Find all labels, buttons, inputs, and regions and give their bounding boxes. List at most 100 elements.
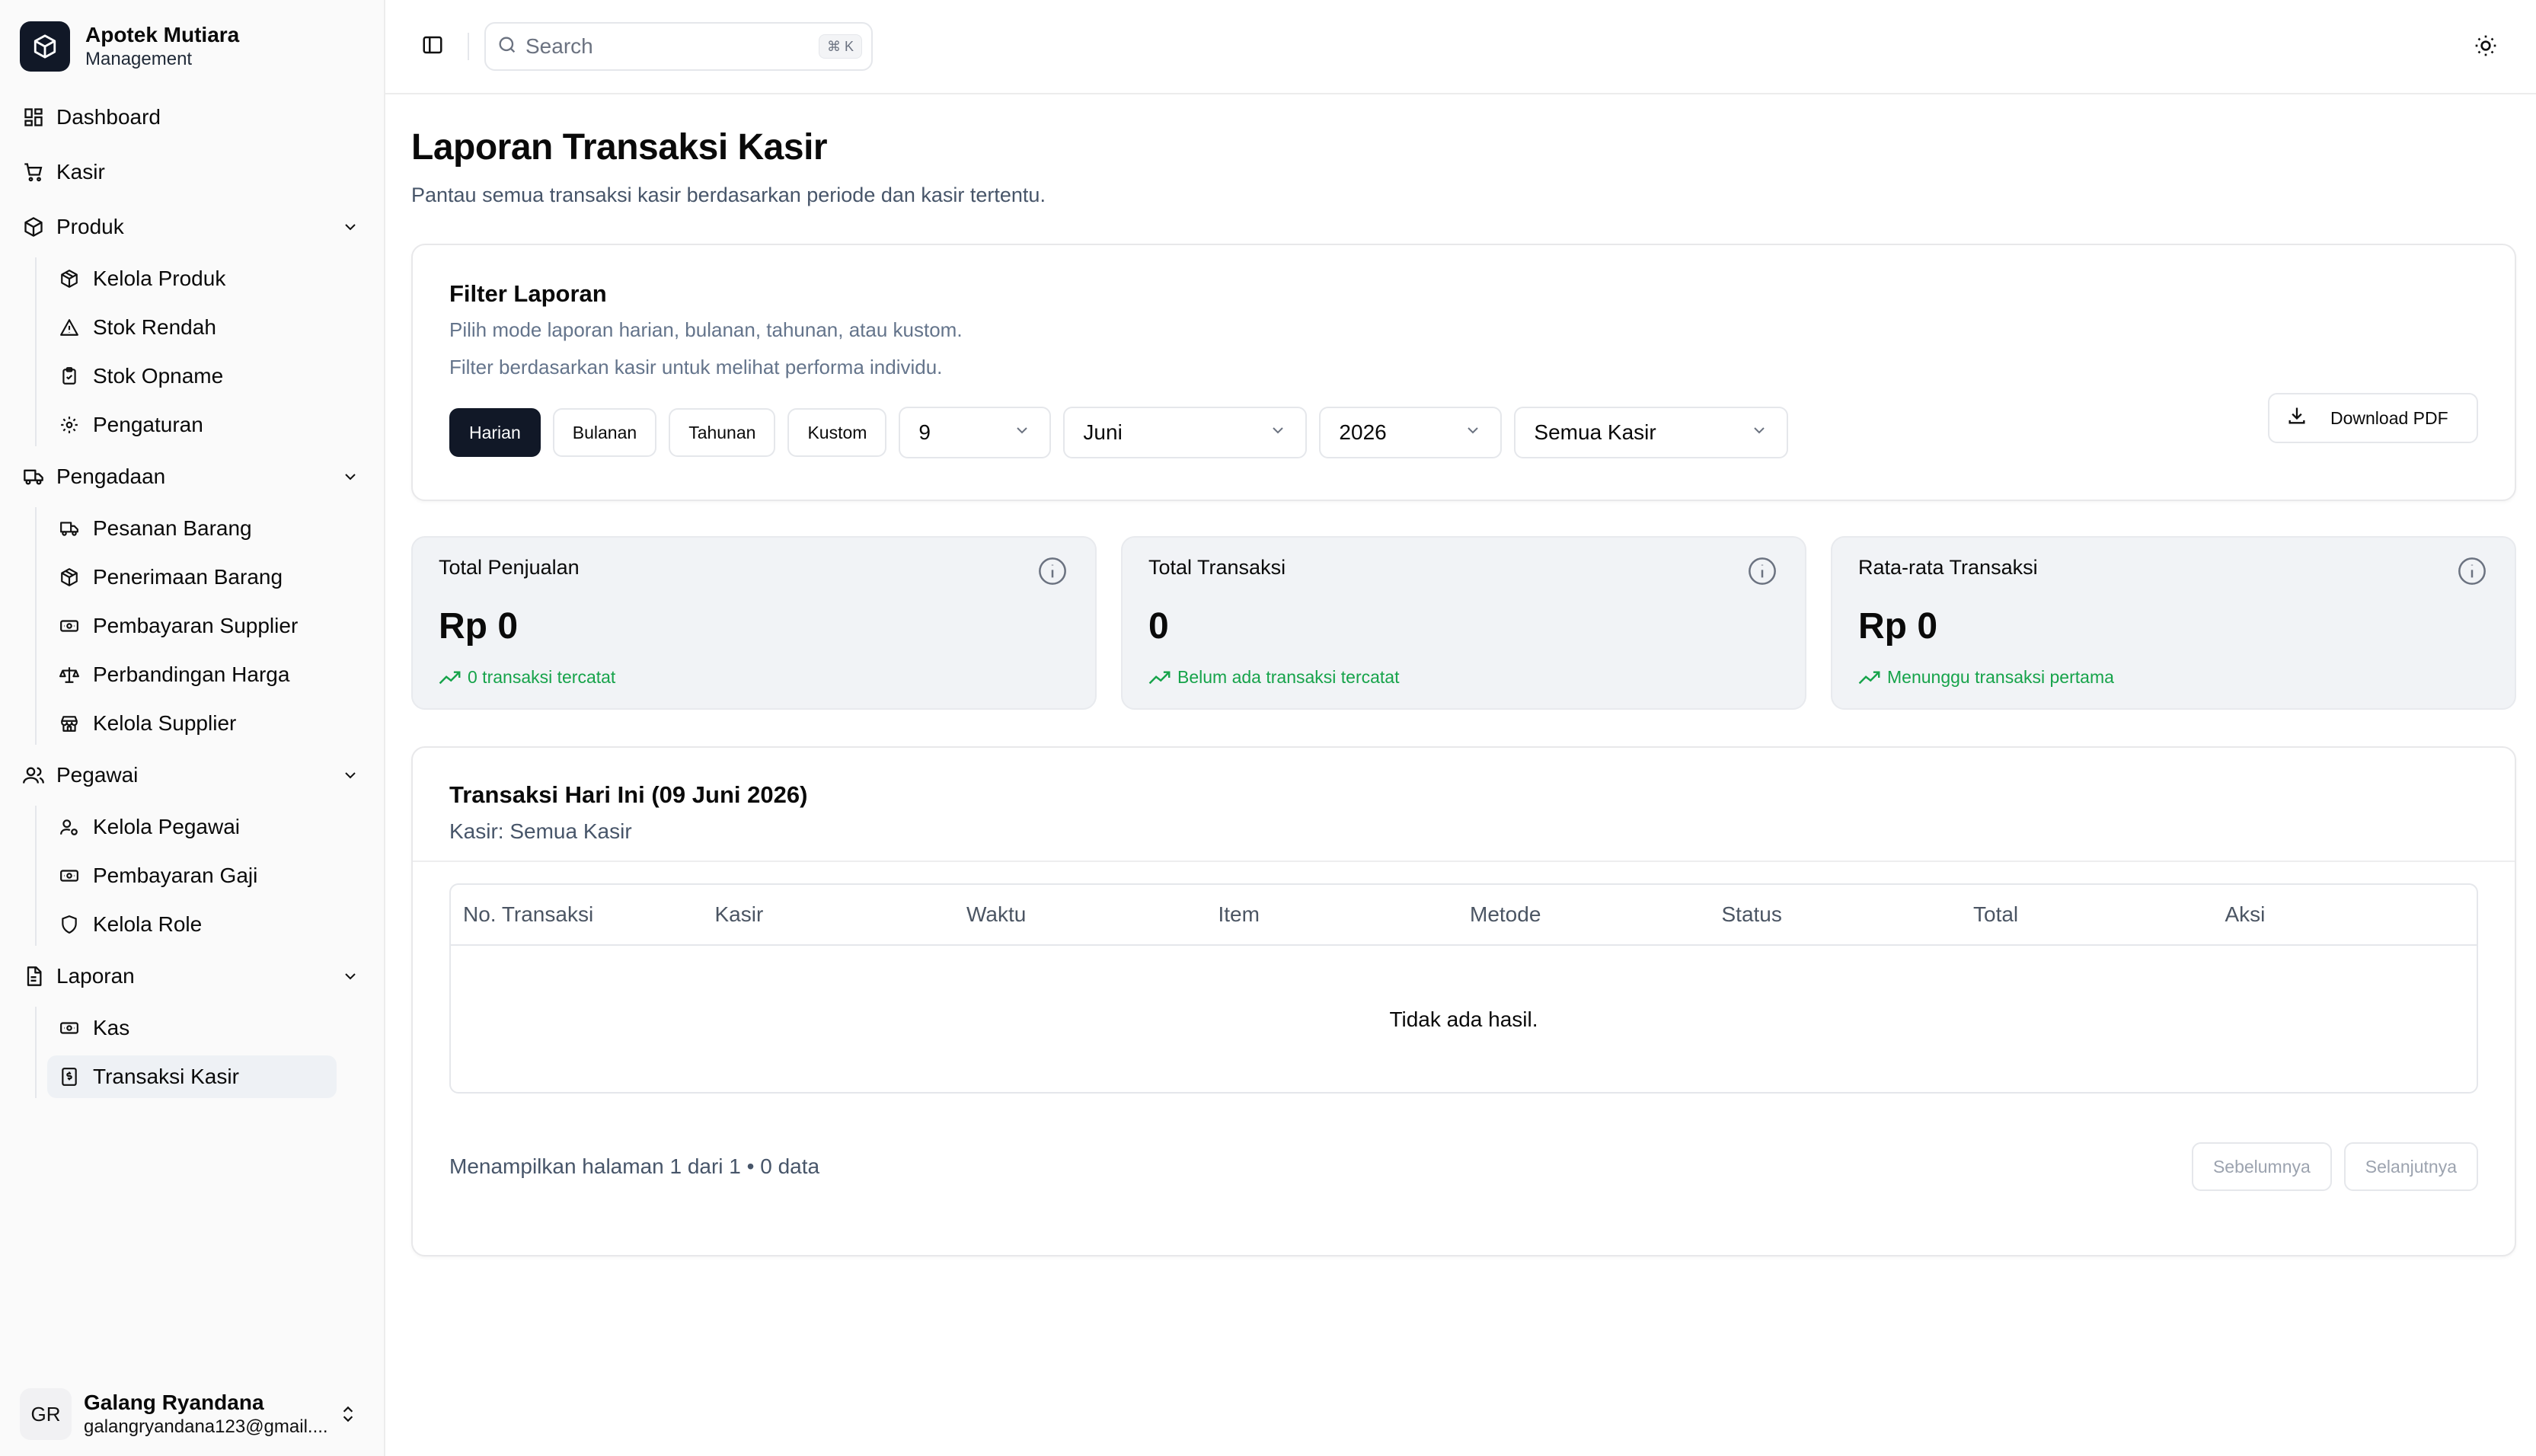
sidebar-item-penerimaan-barang[interactable]: Penerimaan Barang — [47, 556, 337, 599]
mode-tahunan-button[interactable]: Tahunan — [669, 408, 776, 457]
divider — [468, 33, 469, 60]
sidebar-item-pegawai[interactable]: Pegawai — [0, 751, 384, 800]
stat-card-total-transaksi: Total Transaksi 0 Belum ada transaksi te… — [1121, 536, 1806, 710]
sidebar-item-kelola-pegawai[interactable]: Kelola Pegawai — [47, 806, 337, 848]
submenu-produk: Kelola Produk Stok Rendah Stok Opname Pe… — [35, 257, 384, 446]
stats-row: Total Penjualan Rp 0 0 transaksi tercata… — [411, 536, 2516, 710]
mode-kustom-button[interactable]: Kustom — [787, 408, 887, 457]
sidebar-item-label: Stok Opname — [93, 364, 224, 388]
cashier-select-value: Semua Kasir — [1534, 420, 1656, 444]
stat-trend-text: Belum ada transaksi tercatat — [1177, 667, 1400, 687]
info-icon[interactable] — [1747, 556, 1777, 590]
chevrons-up-down-icon — [338, 1403, 358, 1429]
next-page-button[interactable]: Selanjutnya — [2343, 1142, 2478, 1191]
sidebar-item-label: Pengaturan — [93, 413, 203, 436]
sidebar-item-label: Stok Rendah — [93, 315, 216, 339]
info-icon[interactable] — [1037, 556, 1068, 590]
sidebar-item-label: Kasir — [56, 160, 105, 184]
stat-trend-text: Menunggu transaksi pertama — [1887, 667, 2114, 687]
year-select-value: 2026 — [1339, 420, 1387, 444]
sidebar-item-label: Laporan — [56, 964, 135, 988]
filter-card: Filter Laporan Pilih mode laporan harian… — [411, 244, 2516, 501]
user-menu[interactable]: GR Galang Ryandana galangryandana123@gma… — [0, 1372, 384, 1456]
sidebar-item-produk[interactable]: Produk — [0, 203, 384, 251]
chevron-down-icon — [1750, 420, 1768, 445]
sidebar-item-pengaturan[interactable]: Pengaturan — [47, 404, 337, 446]
sidebar-item-label: Perbandingan Harga — [93, 663, 290, 686]
sidebar-item-label: Pesanan Barang — [93, 516, 252, 540]
column-header[interactable]: Status — [1722, 902, 1974, 927]
sidebar-item-pembayaran-supplier[interactable]: Pembayaran Supplier — [47, 605, 337, 647]
sidebar-nav: Dashboard Kasir Produk Kelola Produk Sto… — [0, 93, 384, 1098]
brand-subtitle: Management — [85, 49, 193, 69]
transactions-title: Transaksi Hari Ini (09 Juni 2026) — [449, 781, 808, 808]
column-header[interactable]: Waktu — [966, 902, 1218, 927]
sidebar-toggle-button[interactable] — [413, 27, 452, 66]
filter-description: Pilih mode laporan harian, bulanan, tahu… — [449, 318, 963, 341]
users-icon — [21, 763, 46, 787]
stat-label: Total Transaksi — [1148, 556, 1286, 579]
sidebar-item-kelola-supplier[interactable]: Kelola Supplier — [47, 702, 337, 745]
mode-harian-button[interactable]: Harian — [449, 408, 541, 457]
store-icon — [58, 712, 81, 735]
search-input[interactable]: Search ⌘ K — [484, 22, 873, 71]
day-select[interactable]: 9 — [899, 407, 1052, 458]
stat-card-rata-rata-transaksi: Rata-rata Transaksi Rp 0 Menunggu transa… — [1831, 536, 2516, 710]
mode-bulanan-button[interactable]: Bulanan — [552, 408, 657, 457]
sidebar-item-pengadaan[interactable]: Pengadaan — [0, 452, 384, 501]
chevron-down-icon — [340, 765, 361, 786]
sidebar-item-laporan[interactable]: Laporan — [0, 952, 384, 1001]
month-select[interactable]: Juni — [1063, 407, 1308, 458]
sidebar-item-perbandingan-harga[interactable]: Perbandingan Harga — [47, 653, 337, 696]
sidebar-item-label: Kas — [93, 1016, 130, 1039]
sidebar-item-dashboard[interactable]: Dashboard — [0, 93, 384, 142]
info-icon[interactable] — [2457, 556, 2487, 590]
sidebar-item-pesanan-barang[interactable]: Pesanan Barang — [47, 507, 337, 550]
submenu-pengadaan: Pesanan Barang Penerimaan Barang Pembaya… — [35, 507, 384, 745]
download-pdf-button[interactable]: Download PDF — [2268, 393, 2478, 443]
dashboard-icon — [21, 105, 46, 129]
sidebar-item-transaksi-kasir[interactable]: Transaksi Kasir — [47, 1055, 337, 1098]
receipt-icon — [58, 1065, 81, 1088]
theme-toggle-button[interactable] — [2467, 29, 2504, 65]
pagination: Menampilkan halaman 1 dari 1 • 0 data Se… — [449, 1142, 2478, 1191]
user-cog-icon — [58, 816, 81, 838]
transactions-header: Transaksi Hari Ini (09 Juni 2026) Kasir:… — [413, 748, 2515, 862]
sidebar-item-pembayaran-gaji[interactable]: Pembayaran Gaji — [47, 854, 337, 897]
transactions-card: Transaksi Hari Ini (09 Juni 2026) Kasir:… — [411, 746, 2516, 1256]
sidebar-item-label: Kelola Role — [93, 912, 203, 936]
sidebar-item-label: Pengadaan — [56, 465, 166, 488]
column-header[interactable]: Total — [1973, 902, 2225, 927]
clipboard-check-icon — [58, 365, 81, 388]
stat-value: 0 — [1148, 606, 1169, 647]
sidebar-item-stok-opname[interactable]: Stok Opname — [47, 355, 337, 398]
filter-description-2: Filter berdasarkan kasir untuk melihat p… — [449, 356, 943, 378]
sidebar-item-stok-rendah[interactable]: Stok Rendah — [47, 306, 337, 349]
column-header[interactable]: Item — [1218, 902, 1471, 927]
chevron-down-icon — [1013, 420, 1031, 445]
sidebar-item-label: Pegawai — [56, 763, 139, 787]
column-header[interactable]: Kasir — [715, 902, 967, 927]
stat-trend: 0 transaksi tercatat — [439, 667, 1069, 688]
page-body: Laporan Transaksi Kasir Pantau semua tra… — [385, 94, 2536, 1256]
sidebar-item-kelola-produk[interactable]: Kelola Produk — [47, 257, 337, 300]
chevron-down-icon — [1464, 420, 1482, 445]
truck-icon — [21, 465, 46, 489]
sidebar-item-kas[interactable]: Kas — [47, 1007, 337, 1049]
filter-controls: Harian Bulanan Tahunan Kustom 9 Juni 202… — [449, 407, 2478, 458]
sidebar-item-label: Pembayaran Supplier — [93, 614, 299, 637]
brand[interactable]: Apotek Mutiara Management — [0, 0, 384, 93]
sidebar-item-kelola-role[interactable]: Kelola Role — [47, 903, 337, 946]
stat-value: Rp 0 — [439, 606, 519, 647]
sidebar-item-kasir[interactable]: Kasir — [0, 148, 384, 196]
cashier-select[interactable]: Semua Kasir — [1514, 407, 1789, 458]
previous-page-button[interactable]: Sebelumnya — [2191, 1142, 2332, 1191]
brand-logo-icon — [20, 21, 70, 72]
year-select[interactable]: 2026 — [1319, 407, 1503, 458]
month-select-value: Juni — [1083, 420, 1123, 444]
column-header[interactable]: No. Transaksi — [463, 902, 715, 927]
column-header[interactable]: Metode — [1470, 902, 1722, 927]
filter-title: Filter Laporan — [449, 280, 607, 307]
trending-up-icon — [1148, 669, 1171, 686]
trending-up-icon — [439, 669, 462, 686]
